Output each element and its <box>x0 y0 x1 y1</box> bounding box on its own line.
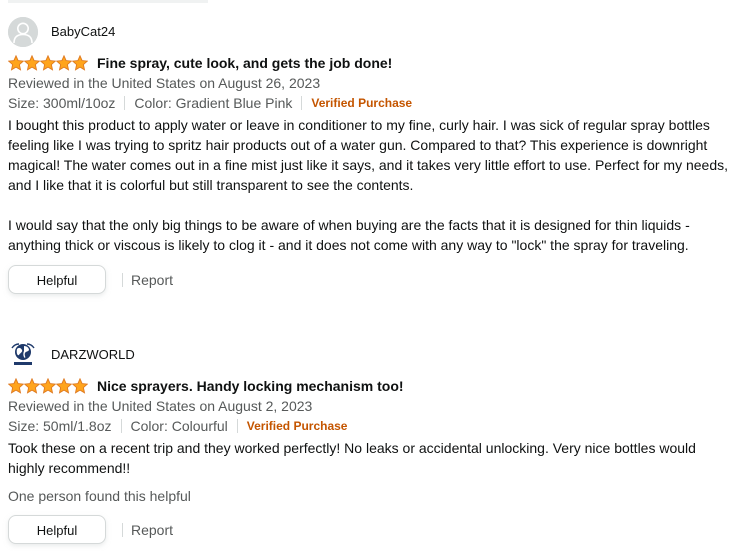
star-icon <box>8 378 24 394</box>
helpful-count: One person found this helpful <box>8 488 191 504</box>
variant-color[interactable]: Color: Colourful <box>131 416 228 436</box>
verified-purchase-badge[interactable]: Verified Purchase <box>311 93 412 113</box>
review-card: BabyCat24 Fine spray, cute look, and get… <box>8 17 728 295</box>
verified-purchase-badge[interactable]: Verified Purchase <box>247 416 348 436</box>
review-date: Reviewed in the United States on August … <box>8 75 321 91</box>
report-link[interactable]: Report <box>131 520 173 540</box>
review-actions: Helpful Report <box>8 514 728 545</box>
variant-size[interactable]: Size: 300ml/10oz <box>8 93 115 113</box>
helpful-button[interactable]: Helpful <box>8 265 106 294</box>
star-rating[interactable] <box>8 378 88 394</box>
review-title[interactable]: Fine spray, cute look, and gets the job … <box>97 53 392 73</box>
top-divider <box>8 0 208 3</box>
report-link[interactable]: Report <box>131 270 173 290</box>
globe-avatar-icon <box>8 340 38 370</box>
action-divider <box>122 522 123 537</box>
review-paragraph: Took these on a recent trip and they wor… <box>8 440 696 476</box>
meta-divider <box>120 419 122 433</box>
meta-divider <box>301 96 303 110</box>
reviewer-profile[interactable]: DARZWORLD <box>8 340 728 370</box>
review-date: Reviewed in the United States on August … <box>8 398 313 414</box>
star-icon <box>24 378 40 394</box>
helpful-button[interactable]: Helpful <box>8 515 106 544</box>
star-icon <box>56 55 72 71</box>
star-rating[interactable] <box>8 55 88 71</box>
review-body: Took these on a recent trip and they wor… <box>8 438 728 478</box>
meta-divider <box>236 419 238 433</box>
meta-divider <box>124 96 126 110</box>
review-title[interactable]: Nice sprayers. Handy locking mechanism t… <box>97 376 404 396</box>
star-icon <box>40 378 56 394</box>
review-paragraph: I would say that the only big things to … <box>8 217 690 253</box>
star-icon <box>56 378 72 394</box>
review-card: DARZWORLD Nice sprayers. Handy locking m… <box>8 340 728 545</box>
variant-size[interactable]: Size: 50ml/1.8oz <box>8 416 112 436</box>
reviewer-name[interactable]: DARZWORLD <box>51 347 135 363</box>
default-user-icon <box>8 17 38 47</box>
reviewer-name[interactable]: BabyCat24 <box>51 24 115 40</box>
review-actions: Helpful Report <box>8 264 728 295</box>
star-icon <box>24 55 40 71</box>
star-icon <box>40 55 56 71</box>
action-divider <box>122 272 123 287</box>
star-icon <box>72 378 88 394</box>
star-icon <box>8 55 24 71</box>
star-icon <box>72 55 88 71</box>
review-paragraph: I bought this product to apply water or … <box>8 117 729 193</box>
reviewer-profile[interactable]: BabyCat24 <box>8 17 728 47</box>
review-body: I bought this product to apply water or … <box>8 115 728 255</box>
variant-color[interactable]: Color: Gradient Blue Pink <box>134 93 292 113</box>
